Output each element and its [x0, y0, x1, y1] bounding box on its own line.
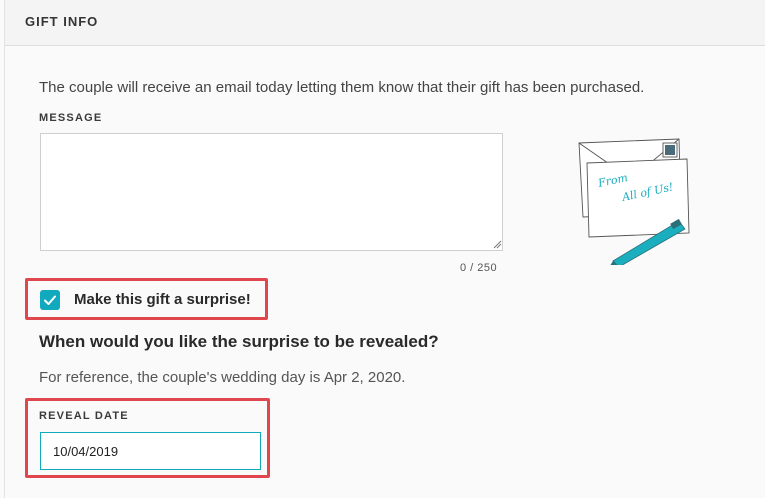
intro-text: The couple will receive an email today l… — [39, 79, 645, 96]
message-textarea[interactable] — [40, 133, 503, 251]
reveal-date-input[interactable] — [40, 432, 261, 470]
panel-header: GIFT INFO — [5, 0, 765, 46]
wedding-reference-text: For reference, the couple's wedding day … — [39, 369, 406, 386]
reveal-question: When would you like the surprise to be r… — [39, 332, 439, 351]
checkmark-icon — [44, 295, 56, 305]
reveal-date-label: REVEAL DATE — [39, 410, 129, 422]
envelope-card-pen-illustration: From All of Us! — [578, 138, 690, 265]
panel-title: GIFT INFO — [25, 14, 99, 29]
character-counter: 0 / 250 — [460, 262, 498, 274]
gift-info-panel: GIFT INFO The couple will receive an ema… — [4, 0, 765, 498]
surprise-checkbox[interactable] — [40, 290, 60, 310]
message-label: MESSAGE — [39, 112, 103, 124]
resize-grip-icon[interactable] — [492, 239, 502, 249]
surprise-checkbox-label[interactable]: Make this gift a surprise! — [74, 291, 251, 308]
